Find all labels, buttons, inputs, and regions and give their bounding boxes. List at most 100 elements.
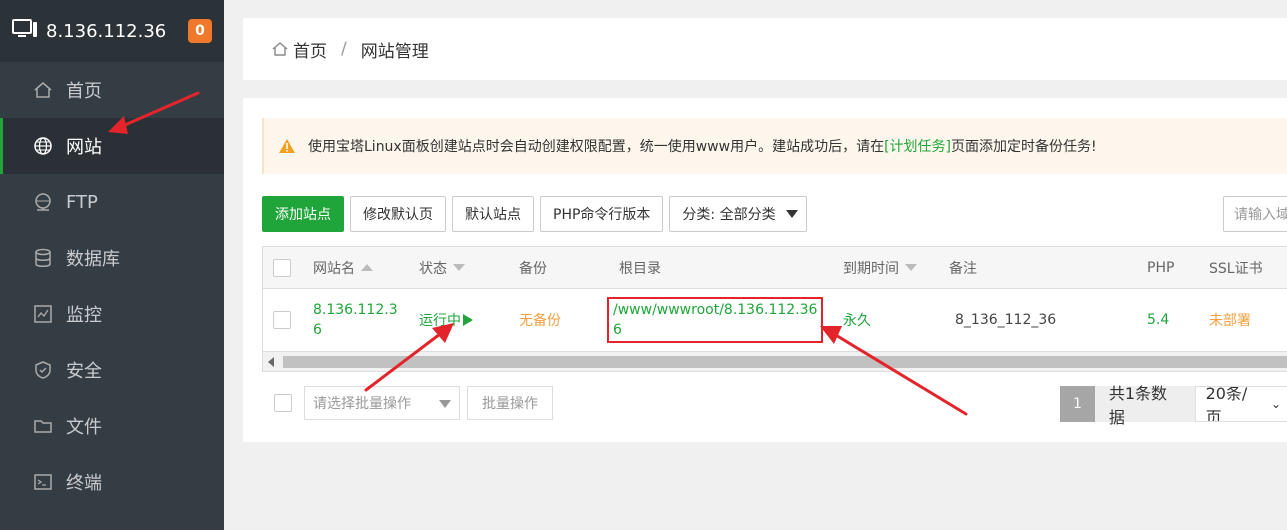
col-status-label: 状态 [419,260,447,277]
expire-link[interactable]: 永久 [843,310,871,330]
col-expire[interactable]: 到期时间 [843,258,917,278]
sites-table: 网站名 状态 备份 根目录 到期时间 备注 PHP SSL证书 8.136.11… [262,246,1287,372]
home-icon[interactable] [271,40,289,58]
notice-text-before: 使用宝塔Linux面板创建站点时会自动创建权限配置，统一使用www用户。建站成功… [308,139,885,155]
root-dir-link[interactable]: /www/wwwroot/8.136.112.36 6 [607,297,823,343]
col-ssl: SSL证书 [1209,258,1263,278]
sidebar-item-terminal[interactable]: 终端 [0,454,224,510]
col-php-label: PHP [1147,259,1175,276]
sidebar-item-monitor[interactable]: 监控 [0,286,224,342]
batch-operation-button[interactable]: 批量操作 [467,386,553,420]
table-header: 网站名 状态 备份 根目录 到期时间 备注 PHP SSL证书 [263,247,1287,289]
monitor-icon [32,303,54,325]
table-row: 8.136.112.3 6 运行中 无备份 /www/wwwroot/8.136… [263,289,1287,351]
remark-value[interactable]: 8_136_112_36 [955,312,1056,328]
col-root-label: 根目录 [619,260,661,277]
site-name-link[interactable]: 8.136.112.3 6 [313,300,398,340]
sidebar-item-label: 网站 [66,137,102,158]
notice-text-after: 页面添加定时备份任务! [951,139,1097,155]
select-all-checkbox[interactable] [273,258,291,277]
ssl-link[interactable]: 未部署 [1209,310,1251,330]
sort-down-icon [905,264,917,271]
sort-down-icon [453,264,465,271]
home-icon [32,79,54,101]
breadcrumb-home[interactable]: 首页 [293,37,327,62]
sidebar-item-label: 首页 [66,81,102,102]
terminal-icon [32,471,54,493]
sidebar-item-home[interactable]: 首页 [0,62,224,118]
toolbar: 添加站点 修改默认页 默认站点 PHP命令行版本 分类: 全部分类 [262,196,807,232]
server-ip: 8.136.112.36 [46,20,167,42]
page-size-select[interactable]: 20条/页 ⌄ [1194,386,1287,422]
footer-select-all-checkbox[interactable] [274,394,292,412]
notice-cron-link[interactable]: [计划任务] [884,136,951,156]
sidebar-item-label: FTP [66,191,98,213]
chevron-down-icon: ⌄ [1270,397,1281,411]
notification-badge[interactable]: 0 [188,19,212,43]
col-backup: 备份 [519,258,547,278]
col-expire-label: 到期时间 [843,260,899,277]
page-number-current[interactable]: 1 [1060,386,1095,422]
add-site-button[interactable]: 添加站点 [262,196,344,232]
status-text: 运行中 [419,313,461,329]
site-name-line2: 6 [313,322,322,338]
horizontal-scrollbar[interactable] [263,351,1287,371]
sort-up-icon [361,264,373,271]
notice-banner: 使用宝塔Linux面板创建站点时会自动创建权限配置，统一使用www用户。建站成功… [262,118,1287,174]
col-remark-label: 备注 [949,260,977,277]
php-cli-version-button[interactable]: PHP命令行版本 [540,196,664,232]
root-dir-line1: /www/wwwroot/8.136.112.36 [613,302,817,318]
scroll-left-icon[interactable] [268,357,274,367]
database-icon [32,247,54,269]
ftp-icon [32,191,54,213]
row-checkbox[interactable] [273,311,291,329]
col-remark: 备注 [949,258,977,278]
scrollbar-thumb[interactable] [283,356,1287,368]
batch-select-placeholder: 请选择批量操作 [313,396,411,412]
chevron-down-icon [785,210,798,218]
breadcrumb-separator: / [341,39,347,59]
globe-icon [32,135,54,157]
sidebar-item-label: 监控 [66,305,102,326]
category-select-value: 分类: 全部分类 [682,207,776,223]
col-ssl-label: SSL证书 [1209,260,1263,277]
table-footer: 请选择批量操作 批量操作 1 共1条数据 20条/页 ⌄ [262,384,1287,427]
shield-icon [32,359,54,381]
pagination: 1 共1条数据 20条/页 ⌄ [1060,384,1287,427]
col-root: 根目录 [619,258,661,278]
breadcrumb-current: 网站管理 [360,41,429,62]
col-name[interactable]: 网站名 [313,258,373,278]
edit-default-page-button[interactable]: 修改默认页 [350,196,446,232]
monitor-server-icon [12,19,38,43]
folder-icon [32,415,54,437]
sidebar-item-database[interactable]: 数据库 [0,230,224,286]
sidebar-item-label: 文件 [66,417,102,438]
sidebar-item-security[interactable]: 安全 [0,342,224,398]
sidebar-item-label: 终端 [66,473,102,494]
php-version-link[interactable]: 5.4 [1147,312,1169,328]
site-name-line1: 8.136.112.3 [313,302,398,318]
sidebar-item-label: 安全 [66,361,102,382]
search-input[interactable]: 请输入域名或备注 [1223,196,1287,232]
col-backup-label: 备份 [519,260,547,277]
batch-operation-select[interactable]: 请选择批量操作 [304,386,460,420]
status-toggle[interactable]: 运行中 [419,310,473,330]
breadcrumb: 首页 / 网站管理 [243,18,1287,80]
sidebar-item-ftp[interactable]: FTP [0,174,224,230]
col-name-label: 网站名 [313,260,355,277]
default-site-button[interactable]: 默认站点 [452,196,534,232]
backup-link[interactable]: 无备份 [519,310,561,330]
root-dir-highlight: /www/wwwroot/8.136.112.36 6 [607,297,823,343]
col-php: PHP [1147,260,1174,276]
sidebar: 8.136.112.36 0 首页 网站 FTP 数据库 监控 安全 文件 终端 [0,0,224,530]
server-header: 8.136.112.36 0 [0,0,224,62]
main-panel: 使用宝塔Linux面板创建站点时会自动创建权限配置，统一使用www用户。建站成功… [243,98,1287,442]
warning-icon [278,138,296,154]
sidebar-item-website[interactable]: 网站 [0,118,224,174]
chevron-down-icon [439,400,451,408]
sidebar-item-label: 数据库 [66,249,120,270]
category-select[interactable]: 分类: 全部分类 [669,196,807,232]
total-count: 共1条数据 [1094,384,1195,427]
sidebar-item-files[interactable]: 文件 [0,398,224,454]
col-status[interactable]: 状态 [419,258,465,278]
